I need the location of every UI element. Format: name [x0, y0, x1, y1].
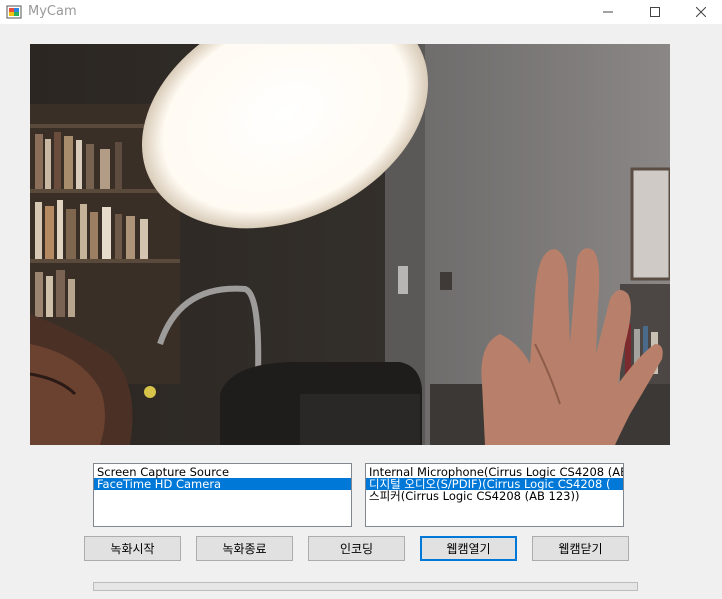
stop-recording-button[interactable]: 녹화종료 — [196, 536, 293, 561]
maximize-icon — [650, 7, 660, 17]
window-title: MyCam — [28, 4, 77, 19]
open-webcam-button[interactable]: 웹캠열기 — [420, 536, 517, 561]
minimize-icon — [603, 11, 613, 13]
list-item[interactable]: 스피커(Cirrus Logic CS4208 (AB 123)) — [366, 490, 623, 502]
start-recording-button[interactable]: 녹화시작 — [84, 536, 181, 561]
encoding-button[interactable]: 인코딩 — [308, 536, 405, 561]
webcam-preview — [30, 44, 670, 445]
maximize-button[interactable] — [632, 0, 678, 24]
close-icon — [696, 7, 706, 17]
video-source-list[interactable]: Screen Capture Source FaceTime HD Camera — [93, 463, 352, 527]
webcam-frame-image — [30, 44, 670, 445]
audio-source-list[interactable]: Internal Microphone(Cirrus Logic CS4208 … — [365, 463, 624, 527]
progress-bar — [93, 582, 638, 591]
close-webcam-button[interactable]: 웹캠닫기 — [532, 536, 629, 561]
close-button[interactable] — [678, 0, 722, 24]
list-item[interactable]: FaceTime HD Camera — [94, 478, 351, 490]
app-window-icon — [6, 5, 22, 19]
title-bar: MyCam — [0, 0, 722, 24]
minimize-button[interactable] — [585, 0, 631, 24]
